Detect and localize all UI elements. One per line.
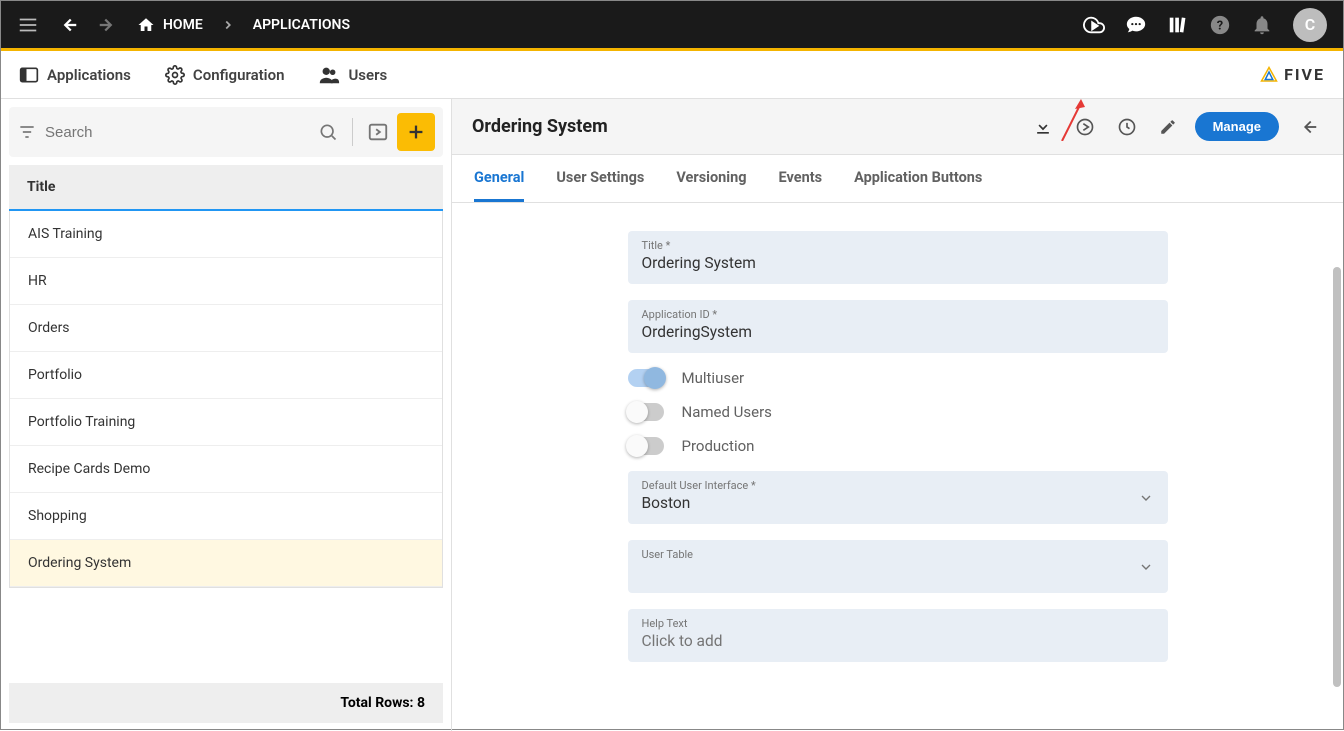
breadcrumb-home[interactable]: HOME: [137, 16, 203, 34]
breadcrumb-applications[interactable]: APPLICATIONS: [253, 17, 350, 33]
history-icon[interactable]: [1113, 113, 1141, 141]
list-item[interactable]: Portfolio Training: [10, 399, 442, 446]
add-button[interactable]: [397, 113, 435, 151]
home-label: HOME: [163, 17, 203, 33]
field-default-ui[interactable]: Default User Interface * Boston: [628, 471, 1168, 524]
hamburger-icon[interactable]: [17, 14, 39, 36]
list-header[interactable]: Title: [9, 165, 443, 211]
list-item[interactable]: Shopping: [10, 493, 442, 540]
tab-users[interactable]: Users: [318, 64, 387, 86]
library-icon[interactable]: [1167, 14, 1189, 36]
search-input[interactable]: [45, 124, 310, 141]
field-application-id[interactable]: Application ID * OrderingSystem: [628, 300, 1168, 353]
back-arrow-icon[interactable]: [1293, 112, 1323, 142]
import-icon[interactable]: [367, 121, 389, 143]
field-user-table[interactable]: User Table: [628, 540, 1168, 593]
forward-icon: [97, 14, 119, 36]
bell-icon[interactable]: [1251, 14, 1273, 36]
tab-versioning[interactable]: Versioning: [676, 155, 746, 202]
list-item[interactable]: Portfolio: [10, 352, 442, 399]
help-icon[interactable]: ?: [1209, 14, 1231, 36]
page-title: Ordering System: [472, 116, 608, 137]
filter-icon[interactable]: [17, 122, 37, 142]
back-icon[interactable]: [57, 14, 79, 36]
label-named-users: Named Users: [682, 403, 772, 421]
avatar[interactable]: C: [1293, 8, 1327, 42]
list-item[interactable]: AIS Training: [10, 211, 442, 258]
tab-application-buttons[interactable]: Application Buttons: [854, 155, 982, 202]
chat-icon[interactable]: [1125, 14, 1147, 36]
deploy-icon[interactable]: [1071, 113, 1099, 141]
chevron-down-icon: [1138, 490, 1154, 506]
tab-events[interactable]: Events: [779, 155, 823, 202]
breadcrumb-separator-icon: [221, 18, 235, 32]
tab-configuration[interactable]: Configuration: [165, 65, 285, 85]
field-help-text[interactable]: Help Text Click to add: [628, 609, 1168, 662]
svg-text:?: ?: [1217, 18, 1223, 33]
tab-applications[interactable]: Applications: [19, 65, 131, 85]
label-production: Production: [682, 437, 755, 455]
toggle-named-users[interactable]: [628, 403, 664, 421]
tab-user-settings[interactable]: User Settings: [556, 155, 644, 202]
scrollbar[interactable]: [1333, 267, 1341, 687]
toggle-multiuser[interactable]: [628, 369, 664, 387]
applications-list: AIS TrainingHROrdersPortfolioPortfolio T…: [9, 211, 443, 588]
chevron-down-icon: [1138, 559, 1154, 575]
search-icon[interactable]: [318, 122, 338, 142]
brand-logo: FIVE: [1260, 65, 1325, 84]
field-title[interactable]: Title * Ordering System: [628, 231, 1168, 284]
search-row: [9, 107, 443, 157]
list-footer: Total Rows: 8: [9, 683, 443, 723]
list-item[interactable]: Orders: [10, 305, 442, 352]
toggle-production[interactable]: [628, 437, 664, 455]
detail-tabs: General User Settings Versioning Events Appl…: [452, 155, 1343, 203]
edit-icon[interactable]: [1155, 114, 1181, 140]
list-item[interactable]: Recipe Cards Demo: [10, 446, 442, 493]
list-item[interactable]: Ordering System: [10, 540, 442, 587]
download-icon[interactable]: [1029, 113, 1057, 141]
manage-button[interactable]: Manage: [1195, 112, 1279, 141]
label-multiuser: Multiuser: [682, 369, 745, 387]
tab-general[interactable]: General: [474, 155, 524, 202]
list-item[interactable]: HR: [10, 258, 442, 305]
cloud-run-icon[interactable]: [1083, 14, 1105, 36]
